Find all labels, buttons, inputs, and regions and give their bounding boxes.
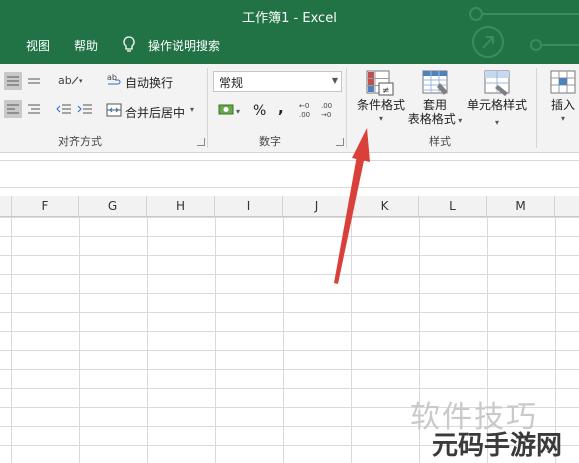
- watermark-site-name: 元码手游网: [432, 431, 563, 461]
